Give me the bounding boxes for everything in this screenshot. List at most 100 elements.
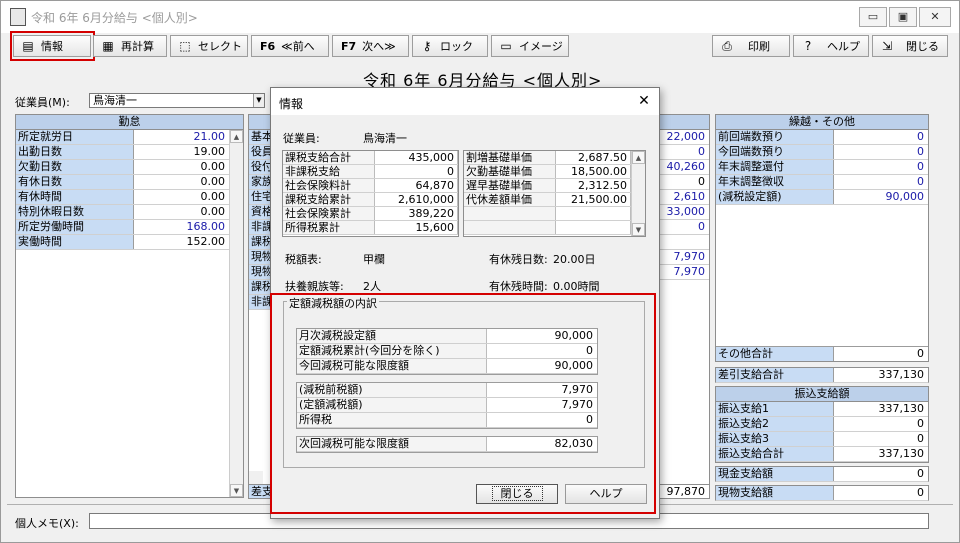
prev-button[interactable]: F6 ≪前へ: [251, 35, 329, 57]
title-bar: 令和 6年 6月分給与 <個人別> ▭ ▣ ✕: [1, 1, 959, 33]
row-value[interactable]: 0.00: [134, 160, 229, 174]
table-row: 年末調整還付 0: [716, 160, 928, 175]
row-value: [556, 221, 631, 234]
image-button[interactable]: ▭ イメージ: [491, 35, 569, 57]
row-value[interactable]: 0: [834, 432, 928, 446]
dependents-label: 扶養親族等:: [285, 280, 344, 293]
window-title: 令和 6年 6月分給与 <個人別>: [31, 11, 198, 25]
row-value[interactable]: 19.00: [134, 145, 229, 159]
select-button[interactable]: ⬚ セレクト: [170, 35, 248, 57]
row-label: 出勤日数: [16, 145, 134, 159]
row-value[interactable]: 0: [834, 145, 928, 159]
row-value[interactable]: 0.00: [134, 190, 229, 204]
table-row: 欠勤日数 0.00: [16, 160, 229, 175]
table-row: (減税設定額) 90,000: [716, 190, 928, 205]
employee-label: 従業員(M):: [15, 96, 70, 109]
carry-panel: 繰越・その他 前回端数預り 0 今回端数預り 0 年末調整還付 0 年末調整徴収 0 (減税設定…: [715, 114, 929, 362]
row-label: 振込支給合計: [716, 447, 834, 461]
row-value[interactable]: 168.00: [134, 220, 229, 234]
row-value[interactable]: 0: [834, 160, 928, 174]
paid-leave-hours-label: 有休残時間:: [489, 280, 548, 293]
cash-row: 現金支給額 0: [715, 466, 929, 482]
printer-icon: ⎙: [722, 38, 732, 53]
maximize-button[interactable]: ▣: [889, 7, 917, 27]
row-value[interactable]: 152.00: [134, 235, 229, 249]
row-value: 15,600: [375, 221, 458, 234]
recalc-button[interactable]: ▦ 再計算: [93, 35, 167, 57]
row-label: 振込支給1: [716, 402, 834, 416]
lock-button[interactable]: ⚷ ロック: [412, 35, 488, 57]
table-row: 社会保険料計 64,870: [283, 179, 458, 193]
row-label: 社会保険累計: [283, 207, 375, 220]
row-label: 課税支給累計: [283, 193, 375, 206]
window-close-button[interactable]: ✕: [919, 7, 951, 27]
app-icon: [10, 8, 26, 26]
monitor-icon: ▭: [500, 39, 512, 53]
row-label: 所得税累計: [283, 221, 375, 234]
row-label: 特別休暇日数: [16, 205, 134, 219]
row-label: 非課税支給: [283, 165, 375, 178]
dialog-right-scrollbar[interactable]: ▲ ▼: [631, 151, 645, 236]
row-value[interactable]: 0.00: [134, 175, 229, 189]
row-value[interactable]: 0: [834, 175, 928, 189]
other-total-label: その他合計: [716, 347, 834, 361]
row-value[interactable]: 90,000: [834, 190, 928, 204]
table-row: 振込支給3 0: [716, 432, 928, 447]
goods-value: 0: [917, 486, 924, 499]
help-button[interactable]: ? ヘルプ: [793, 35, 869, 57]
table-row: 振込支給1 337,130: [716, 402, 928, 417]
chevron-down-icon[interactable]: ▼: [253, 94, 264, 107]
row-value[interactable]: 0.00: [134, 205, 229, 219]
paid-leave-hours-value: 0.00時間: [553, 280, 600, 293]
row-value: [556, 207, 631, 220]
close-app-label: 閉じる: [906, 40, 939, 53]
goods-row: 現物支給額 0: [715, 485, 929, 501]
help-icon: ?: [804, 39, 812, 53]
memo-label: 個人メモ(X):: [15, 517, 79, 530]
attendance-header: 勤怠: [16, 115, 243, 130]
row-label: 有休日数: [16, 175, 134, 189]
table-row: 欠勤基礎単価 18,500.00: [464, 165, 631, 179]
row-value[interactable]: 0: [834, 417, 928, 431]
row-value: 0: [375, 165, 458, 178]
dialog-employee-label: 従業員:: [283, 132, 320, 145]
attendance-scrollbar[interactable]: ▲ ▼: [229, 130, 243, 497]
row-value[interactable]: 21.00: [134, 130, 229, 144]
next-button[interactable]: F7 次へ≫: [332, 35, 409, 57]
print-button[interactable]: ⎙ 印刷: [712, 35, 790, 57]
scroll-down-icon[interactable]: ▼: [230, 484, 243, 497]
table-row: 実働時間 152.00: [16, 235, 229, 250]
row-value[interactable]: 337,130: [834, 402, 928, 416]
tax-table-label: 税額表:: [285, 253, 322, 266]
table-row: 課税支給累計 2,610,000: [283, 193, 458, 207]
dialog-close-icon[interactable]: ✕: [635, 92, 653, 110]
lock-label: ロック: [440, 40, 473, 53]
scroll-down-icon[interactable]: ▼: [632, 223, 645, 236]
scroll-up-icon[interactable]: ▲: [230, 130, 243, 143]
close-app-button[interactable]: ⇲ 閉じる: [872, 35, 948, 57]
row-label: 所定労働時間: [16, 220, 134, 234]
row-value[interactable]: 0: [834, 130, 928, 144]
employee-select[interactable]: 鳥海清一 ▼: [89, 93, 265, 108]
other-total-row: その他合計 0: [716, 346, 928, 361]
paid-leave-days-value: 20.00日: [553, 253, 596, 266]
key-icon: ⚷: [422, 39, 432, 53]
row-label: 遅早基礎単価: [464, 179, 556, 192]
scroll-up-icon[interactable]: ▲: [632, 151, 645, 164]
table-row: 前回端数預り 0: [716, 130, 928, 145]
table-row: 今回端数預り 0: [716, 145, 928, 160]
net-total-row: 差引支給合計 337,130: [715, 367, 929, 383]
f7-key-label: F7: [341, 39, 357, 53]
table-row: 出勤日数 19.00: [16, 145, 229, 160]
row-label: 割増基礎単価: [464, 151, 556, 164]
prev-label: ≪前へ: [281, 40, 315, 53]
row-label: 欠勤基礎単価: [464, 165, 556, 178]
row-label: 実働時間: [16, 235, 134, 249]
paid-leave-days-label: 有休残日数:: [489, 253, 548, 266]
dialog-right-table: 割増基礎単価 2,687.50 欠勤基礎単価 18,500.00 遅早基礎単価 2,312…: [463, 150, 646, 237]
row-value[interactable]: 337,130: [834, 447, 928, 461]
row-label: 今回端数預り: [716, 145, 834, 159]
table-row: [464, 207, 631, 221]
table-row: 有休日数 0.00: [16, 175, 229, 190]
minimize-button[interactable]: ▭: [859, 7, 887, 27]
